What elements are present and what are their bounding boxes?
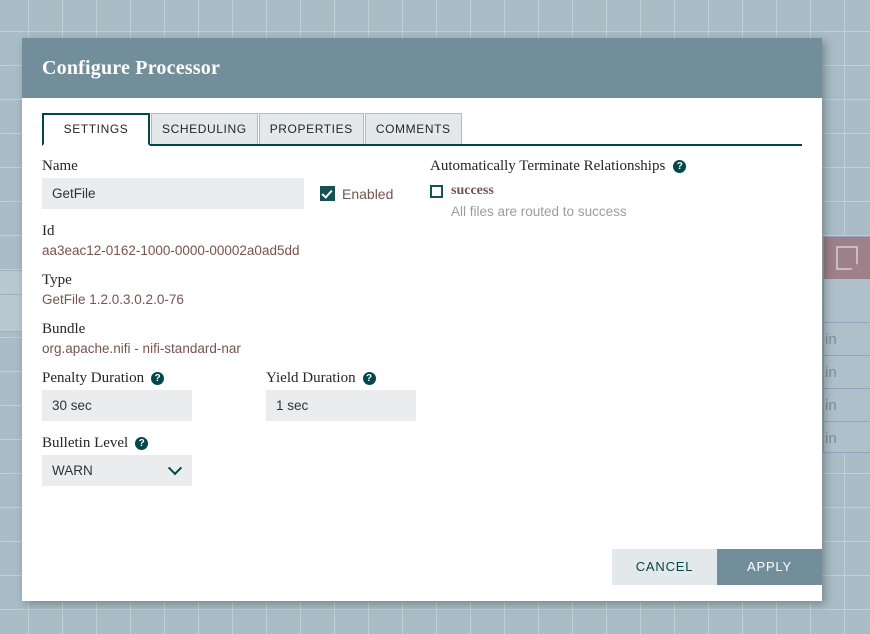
auto-terminate-relationships-label: Automatically Terminate Relationships ? xyxy=(430,158,820,175)
help-icon[interactable]: ? xyxy=(673,160,686,173)
tab-strip: SETTINGS SCHEDULING PROPERTIES COMMENTS xyxy=(42,98,802,146)
tab-scheduling[interactable]: SCHEDULING xyxy=(151,113,258,144)
dialog-header: Configure Processor xyxy=(22,38,822,98)
bundle-label: Bundle xyxy=(42,321,432,338)
penalty-duration-group: Penalty Duration ? xyxy=(42,370,192,421)
durations-row: Penalty Duration ? Yield Duration ? xyxy=(42,370,432,421)
penalty-duration-label-text: Penalty Duration xyxy=(42,370,144,387)
page-icon xyxy=(836,246,858,270)
id-label: Id xyxy=(42,223,432,240)
penalty-duration-label: Penalty Duration ? xyxy=(42,370,192,387)
enabled-checkbox-group[interactable]: Enabled xyxy=(320,186,393,202)
relationship-success-checkbox-row[interactable]: success xyxy=(430,183,820,199)
configure-processor-dialog: Configure Processor SETTINGS SCHEDULING … xyxy=(22,38,822,601)
type-label: Type xyxy=(42,272,432,289)
background-panel-row: in xyxy=(824,322,870,355)
background-panel-spacer xyxy=(824,279,870,322)
background-panel-row: in xyxy=(824,355,870,388)
settings-tab-pane: Name Enabled Id aa3eac12-0162-1000-0000-… xyxy=(42,146,802,158)
bulletin-level-group: Bulletin Level ? WARN xyxy=(42,435,432,486)
dialog-footer: CANCEL APPLY xyxy=(22,549,822,585)
cancel-button[interactable]: CANCEL xyxy=(612,549,717,585)
dialog-title: Configure Processor xyxy=(42,57,220,80)
auto-terminate-label-text: Automatically Terminate Relationships xyxy=(430,158,665,175)
name-row: Enabled xyxy=(42,178,432,209)
yield-duration-label-text: Yield Duration xyxy=(266,370,356,387)
dialog-body: SETTINGS SCHEDULING PROPERTIES COMMENTS … xyxy=(22,98,822,549)
help-icon[interactable]: ? xyxy=(363,372,376,385)
checkbox-unchecked-icon[interactable] xyxy=(430,185,443,198)
apply-button[interactable]: APPLY xyxy=(717,549,822,585)
type-value: GetFile 1.2.0.3.0.2.0-76 xyxy=(42,292,432,307)
type-field-group: Type GetFile 1.2.0.3.0.2.0-76 xyxy=(42,272,432,307)
settings-right-column: Automatically Terminate Relationships ? … xyxy=(430,158,820,219)
relationship-success-label: success xyxy=(451,183,494,199)
name-field-group: Name Enabled xyxy=(42,158,432,209)
background-panel-row: in xyxy=(824,388,870,421)
enabled-label: Enabled xyxy=(342,186,393,202)
settings-left-column: Name Enabled Id aa3eac12-0162-1000-0000-… xyxy=(42,158,432,500)
yield-duration-group: Yield Duration ? xyxy=(266,370,416,421)
id-field-group: Id aa3eac12-0162-1000-0000-00002a0ad5dd xyxy=(42,223,432,258)
background-panel-row: in xyxy=(824,421,870,454)
relationship-success-description: All files are routed to success xyxy=(451,204,820,219)
penalty-duration-input[interactable] xyxy=(42,390,192,421)
yield-duration-label: Yield Duration ? xyxy=(266,370,416,387)
id-value: aa3eac12-0162-1000-0000-00002a0ad5dd xyxy=(42,243,432,258)
chevron-down-icon[interactable] xyxy=(168,461,182,475)
bulletin-level-label: Bulletin Level ? xyxy=(42,435,432,452)
tab-properties[interactable]: PROPERTIES xyxy=(259,113,364,144)
checkbox-checked-icon[interactable] xyxy=(320,186,335,201)
tab-settings[interactable]: SETTINGS xyxy=(42,113,150,146)
bulletin-level-label-text: Bulletin Level xyxy=(42,435,128,452)
tab-comments[interactable]: COMMENTS xyxy=(365,113,462,144)
help-icon[interactable]: ? xyxy=(135,437,148,450)
bundle-value: org.apache.nifi - nifi-standard-nar xyxy=(42,341,432,356)
background-panel-header xyxy=(824,237,870,279)
name-input[interactable] xyxy=(42,178,304,209)
name-label: Name xyxy=(42,158,432,175)
bundle-field-group: Bundle org.apache.nifi - nifi-standard-n… xyxy=(42,321,432,356)
background-panel-right: in in in in xyxy=(823,236,870,453)
help-icon[interactable]: ? xyxy=(151,372,164,385)
bulletin-level-value: WARN xyxy=(52,463,93,478)
bulletin-level-select[interactable]: WARN xyxy=(42,455,192,486)
yield-duration-input[interactable] xyxy=(266,390,416,421)
